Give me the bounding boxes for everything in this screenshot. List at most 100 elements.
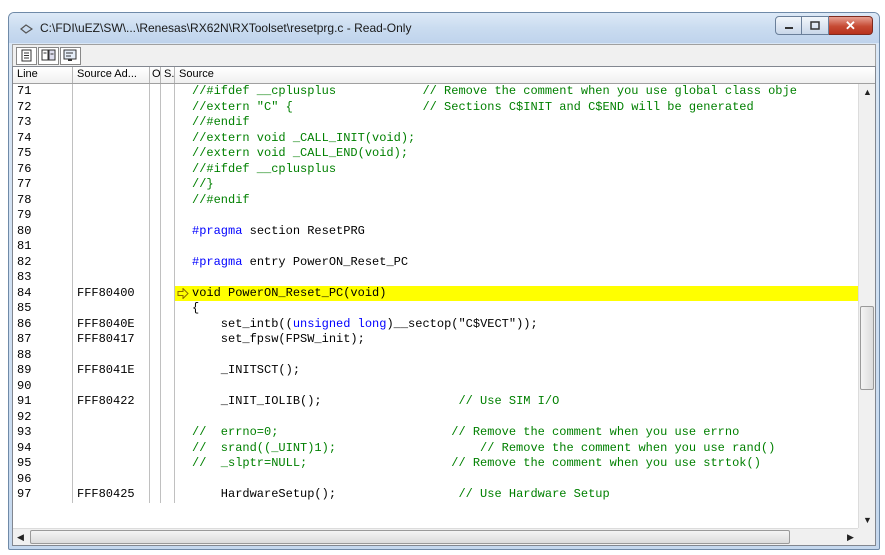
breakpoint-cell[interactable] bbox=[161, 130, 175, 146]
source-code bbox=[175, 379, 858, 395]
breakpoint-cell[interactable] bbox=[161, 347, 175, 363]
line-number: 90 bbox=[13, 378, 73, 394]
code-row[interactable]: 84 FFF80400 void PowerON_Reset_PC(void) bbox=[13, 285, 858, 301]
code-row[interactable]: 89 FFF8041E _INITSCT(); bbox=[13, 363, 858, 379]
source-code bbox=[175, 472, 858, 488]
breakpoint-cell[interactable] bbox=[161, 285, 175, 301]
breakpoint-cell[interactable] bbox=[161, 161, 175, 177]
code-row[interactable]: 78 //#endif bbox=[13, 192, 858, 208]
column-source-address[interactable]: Source Ad... bbox=[73, 67, 150, 83]
code-row[interactable]: 82 #pragma entry PowerON_Reset_PC bbox=[13, 254, 858, 270]
mixed-view-button[interactable] bbox=[38, 46, 59, 65]
code-row[interactable]: 88 bbox=[13, 347, 858, 363]
breakpoint-cell[interactable] bbox=[161, 378, 175, 394]
code-row[interactable]: 76 //#ifdef __cplusplus bbox=[13, 161, 858, 177]
code-text: _INIT_IOLIB(); bbox=[192, 394, 459, 408]
column-source[interactable]: Source bbox=[175, 67, 875, 83]
code-row[interactable]: 94 // srand((_UINT)1); // Remove the comm… bbox=[13, 440, 858, 456]
disassembly-view-button[interactable] bbox=[60, 46, 81, 65]
breakpoint-cell[interactable] bbox=[161, 332, 175, 348]
resize-grip[interactable] bbox=[858, 528, 875, 545]
code-row[interactable]: 74 //extern void _CALL_INIT(void); bbox=[13, 130, 858, 146]
comment-text: // _slptr=NULL; // Remove the comment wh… bbox=[192, 456, 761, 470]
code-row[interactable]: 90 bbox=[13, 378, 858, 395]
code-row[interactable]: 86 FFF8040E set_intb((unsigned long)__sec… bbox=[13, 316, 858, 333]
code-listing[interactable]: 71 //#ifdef __cplusplus // Remove the com… bbox=[13, 84, 858, 528]
column-o[interactable]: O.. bbox=[150, 67, 161, 83]
breakpoint-cell[interactable] bbox=[161, 223, 175, 239]
breakpoint-cell[interactable] bbox=[161, 440, 175, 456]
column-o-cell bbox=[150, 378, 161, 394]
line-number: 86 bbox=[13, 316, 73, 332]
code-text: )__sectop("C$VECT")); bbox=[386, 316, 538, 331]
breakpoint-cell[interactable] bbox=[161, 99, 175, 115]
code-row[interactable]: 79 bbox=[13, 208, 858, 224]
source-address: FFF80417 bbox=[73, 332, 150, 348]
breakpoint-cell[interactable] bbox=[161, 192, 175, 208]
column-line[interactable]: Line bbox=[13, 67, 73, 83]
code-row[interactable]: 77 //} bbox=[13, 177, 858, 193]
breakpoint-cell[interactable] bbox=[161, 487, 175, 503]
line-number: 83 bbox=[13, 270, 73, 286]
close-button[interactable]: ✕ bbox=[829, 16, 873, 35]
breakpoint-cell[interactable] bbox=[161, 254, 175, 270]
code-row[interactable]: 87 FFF80417 set_fpsw(FPSW_init); bbox=[13, 332, 858, 348]
column-o-cell bbox=[150, 301, 161, 317]
breakpoint-cell[interactable] bbox=[161, 84, 175, 100]
breakpoint-cell[interactable] bbox=[161, 363, 175, 379]
arrow-down-icon: ▼ bbox=[863, 515, 872, 525]
code-row[interactable]: 93 // errno=0; // Remove the comment when… bbox=[13, 425, 858, 441]
breakpoint-cell[interactable] bbox=[161, 239, 175, 255]
source-address: FFF8041E bbox=[73, 363, 150, 379]
code-row[interactable]: 91 FFF80422 _INIT_IOLIB(); // Use SIM I/O bbox=[13, 394, 858, 410]
vertical-scrollbar[interactable]: ▲ ▼ bbox=[858, 84, 875, 528]
breakpoint-cell[interactable] bbox=[161, 316, 175, 332]
column-header: Line Source Ad... O.. S.. Source bbox=[13, 67, 875, 84]
code-row[interactable]: 85 { bbox=[13, 301, 858, 317]
source-address bbox=[73, 440, 150, 456]
line-number: 91 bbox=[13, 394, 73, 410]
breakpoint-cell[interactable] bbox=[161, 146, 175, 162]
column-o-cell bbox=[150, 332, 161, 348]
column-o-cell bbox=[150, 254, 161, 270]
line-number: 96 bbox=[13, 471, 73, 487]
code-row[interactable]: 83 bbox=[13, 270, 858, 286]
scroll-right-button[interactable]: ▶ bbox=[843, 529, 858, 545]
arrow-left-icon: ◀ bbox=[17, 531, 24, 542]
scroll-down-button[interactable]: ▼ bbox=[860, 512, 875, 528]
column-s[interactable]: S.. bbox=[161, 67, 175, 83]
breakpoint-cell[interactable] bbox=[161, 177, 175, 193]
scroll-left-button[interactable]: ◀ bbox=[13, 529, 28, 545]
pragma-text: section ResetPRG bbox=[242, 223, 365, 238]
code-row[interactable]: 73 //#endif bbox=[13, 115, 858, 131]
breakpoint-cell[interactable] bbox=[161, 208, 175, 224]
code-row[interactable]: 75 //extern void _CALL_END(void); bbox=[13, 146, 858, 162]
vertical-scroll-thumb[interactable] bbox=[860, 306, 874, 390]
breakpoint-cell[interactable] bbox=[161, 270, 175, 286]
source-code: set_intb((unsigned long)__sectop("C$VECT… bbox=[175, 317, 858, 333]
breakpoint-cell[interactable] bbox=[161, 471, 175, 487]
breakpoint-cell[interactable] bbox=[161, 425, 175, 441]
column-o-cell bbox=[150, 99, 161, 115]
horizontal-scroll-thumb[interactable] bbox=[30, 530, 790, 544]
minimize-button[interactable] bbox=[775, 16, 802, 35]
breakpoint-cell[interactable] bbox=[161, 409, 175, 425]
maximize-button[interactable] bbox=[802, 16, 829, 35]
code-row[interactable]: 97 FFF80425 HardwareSetup(); // Use Hardw… bbox=[13, 487, 858, 503]
scroll-up-button[interactable]: ▲ bbox=[860, 84, 875, 100]
breakpoint-cell[interactable] bbox=[161, 394, 175, 410]
code-row[interactable]: 95 // _slptr=NULL; // Remove the comment … bbox=[13, 456, 858, 472]
source-view-button[interactable] bbox=[16, 46, 37, 65]
breakpoint-cell[interactable] bbox=[161, 115, 175, 131]
breakpoint-cell[interactable] bbox=[161, 456, 175, 472]
breakpoint-cell[interactable] bbox=[161, 301, 175, 317]
code-row[interactable]: 72 //extern "C" { // Sections C$INIT and … bbox=[13, 99, 858, 115]
code-row[interactable]: 96 bbox=[13, 471, 858, 488]
code-row[interactable]: 71 //#ifdef __cplusplus // Remove the com… bbox=[13, 84, 858, 100]
code-row[interactable]: 81 bbox=[13, 239, 858, 255]
horizontal-scrollbar[interactable]: ◀ ▶ bbox=[13, 528, 858, 545]
code-row[interactable]: 80 #pragma section ResetPRG bbox=[13, 223, 858, 239]
code-row[interactable]: 92 bbox=[13, 409, 858, 425]
line-number: 81 bbox=[13, 239, 73, 255]
title-bar[interactable]: C:\FDI\uEZ\SW\...\Renesas\RX62N\RXToolse… bbox=[9, 13, 879, 43]
